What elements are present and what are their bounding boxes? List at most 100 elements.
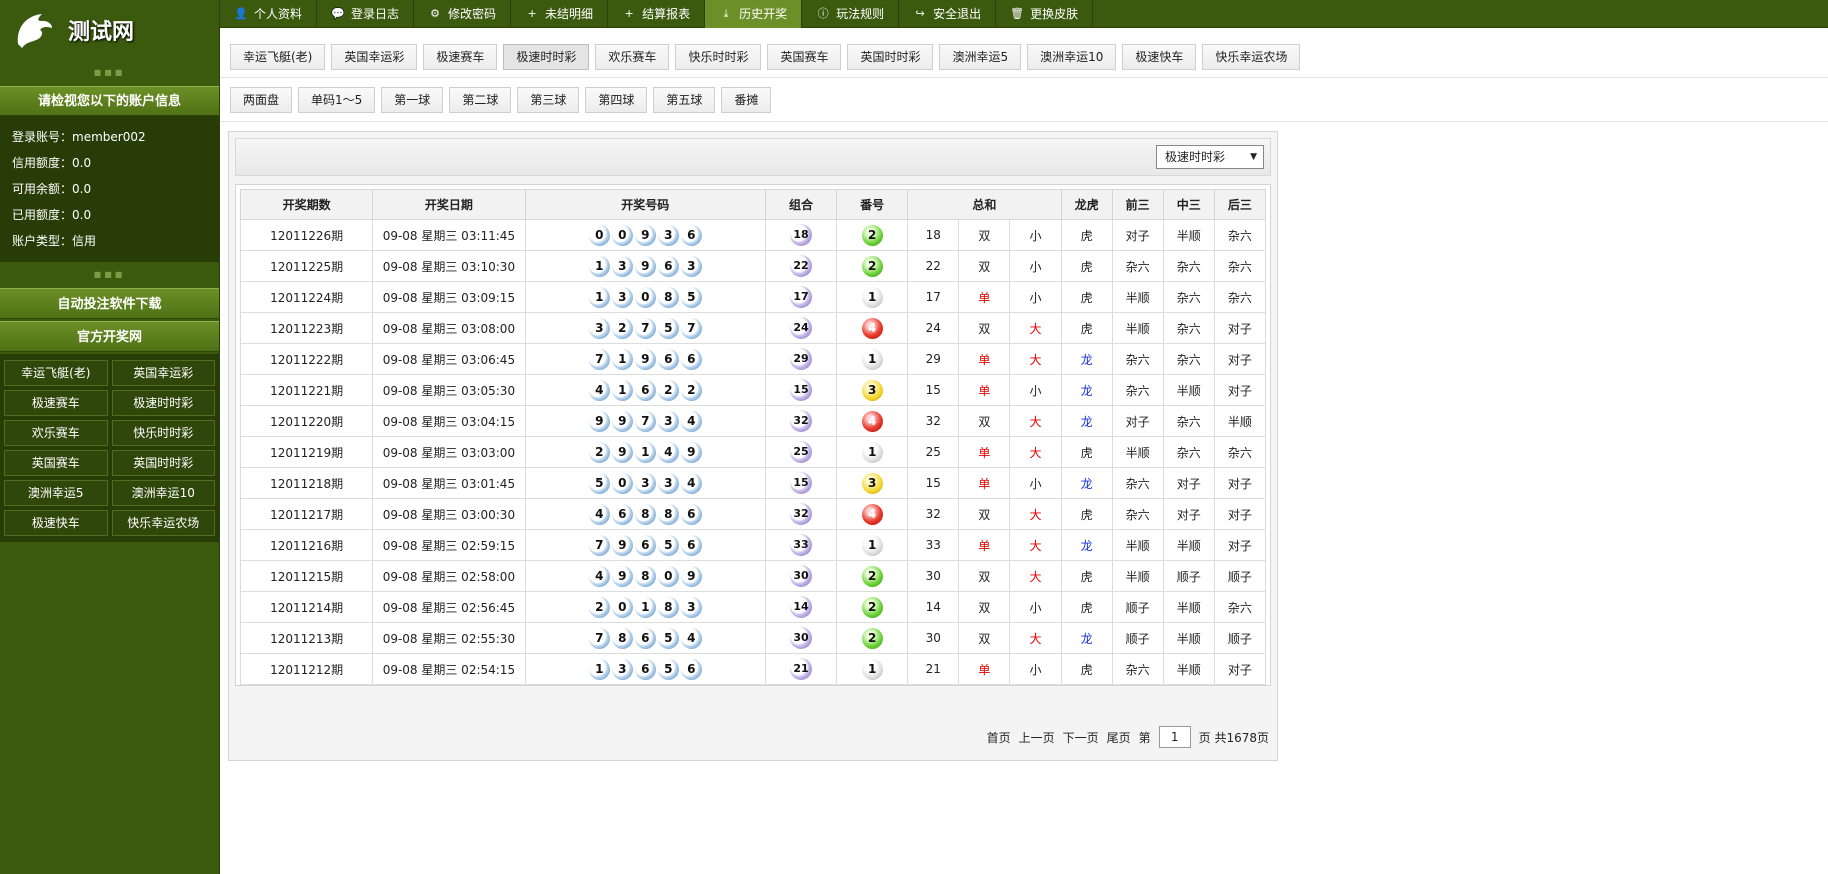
table-cell: 杂六 xyxy=(1162,405,1215,437)
sidebar-game-link[interactable]: 欢乐赛车 xyxy=(4,420,108,446)
fan-ball: 1 xyxy=(861,348,883,370)
game-tab[interactable]: 极速赛车 xyxy=(423,44,498,70)
game-tab[interactable]: 快乐时时彩 xyxy=(675,44,762,70)
number-ball: 5 xyxy=(657,534,679,556)
number-ball: 5 xyxy=(588,472,610,494)
nav-item[interactable]: ⤓ 历史开奖 xyxy=(705,0,803,28)
number-ball: 6 xyxy=(634,658,656,680)
sidebar-game-link[interactable]: 澳洲幸运5 xyxy=(4,480,108,506)
software-download-button[interactable]: 自动投注软件下载 xyxy=(0,288,219,319)
comment-icon: 💬 xyxy=(331,7,345,20)
table-cell: 单 xyxy=(958,653,1011,685)
table-cell: 12011215期 xyxy=(239,560,374,592)
game-tab[interactable]: 澳洲幸运5 xyxy=(939,44,1022,70)
table-cell: 半顺 xyxy=(1162,374,1215,406)
sidebar-game-link[interactable]: 极速快车 xyxy=(4,510,108,536)
nav-item-label: 未结明细 xyxy=(545,7,594,21)
table-cell: 半顺 xyxy=(1213,405,1267,437)
official-draw-site-button[interactable]: 官方开奖网 xyxy=(0,321,219,352)
nav-item[interactable]: ⚙ 修改密码 xyxy=(414,0,512,28)
combo-ball: 24 xyxy=(790,317,813,339)
sub-tab[interactable]: 第五球 xyxy=(653,87,716,113)
sidebar-game-link[interactable]: 快乐时时彩 xyxy=(111,420,215,446)
nav-item-label: 登录日志 xyxy=(351,7,400,21)
sidebar-game-link[interactable]: 澳洲幸运10 xyxy=(111,480,215,506)
nav-item[interactable]: 👤 个人资料 xyxy=(220,0,318,28)
combo-ball: 32 xyxy=(790,410,813,432)
sidebar-game-link[interactable]: 极速时时彩 xyxy=(111,390,215,416)
table-cell: 33 xyxy=(907,529,960,561)
fan-cell: 4 xyxy=(836,312,909,344)
nav-item[interactable]: + 结算报表 xyxy=(608,0,706,28)
number-ball: 4 xyxy=(680,410,702,432)
divider-dots: ■■■ xyxy=(93,270,126,279)
number-ball: 2 xyxy=(680,379,702,401)
sub-tab[interactable]: 第二球 xyxy=(449,87,512,113)
table-cell: 12011214期 xyxy=(239,591,374,623)
pager-next[interactable]: 下一页 xyxy=(1063,729,1099,746)
game-tab[interactable]: 极速快车 xyxy=(1122,44,1197,70)
nav-item[interactable]: ⓘ 玩法规则 xyxy=(802,0,900,28)
table-row: 12011215期 09-08 星期三 02:58:00 4 9 8 0 9 30 2 30 双大虎… xyxy=(239,560,1267,592)
table-cell: 杂六 xyxy=(1213,591,1267,623)
sidebar-game-link[interactable]: 英国幸运彩 xyxy=(111,360,215,386)
nav-item[interactable]: + 未结明细 xyxy=(511,0,609,28)
sub-tab[interactable]: 第一球 xyxy=(381,87,444,113)
game-tab[interactable]: 英国幸运彩 xyxy=(331,44,418,70)
sidebar-game-grid: 幸运飞艇(老) 英国幸运彩 极速赛车 极速时时彩 欢乐赛车 快乐时时彩 英国赛车… xyxy=(0,354,219,542)
number-ball: 9 xyxy=(611,441,633,463)
table-cell: 12011221期 xyxy=(239,374,374,406)
game-tab[interactable]: 极速时时彩 xyxy=(503,44,590,70)
pager-prev[interactable]: 上一页 xyxy=(1019,729,1055,746)
table-cell: 半顺 xyxy=(1111,436,1164,468)
page-number-input[interactable]: 1 xyxy=(1158,726,1191,748)
fan-cell: 1 xyxy=(836,343,909,375)
number-ball: 1 xyxy=(588,286,610,308)
fan-cell: 2 xyxy=(836,622,909,654)
sub-tab[interactable]: 番摊 xyxy=(721,87,772,113)
table-cell: 顺子 xyxy=(1162,560,1215,592)
sub-tab[interactable]: 第四球 xyxy=(585,87,648,113)
table-cell: 杂六 xyxy=(1111,653,1164,685)
table-cell: 半顺 xyxy=(1162,529,1215,561)
sidebar-game-link[interactable]: 幸运飞艇(老) xyxy=(4,360,108,386)
info-icon: ⓘ xyxy=(817,7,829,20)
fan-ball: 1 xyxy=(861,658,883,680)
nav-item[interactable]: 🗑 更换皮肤 xyxy=(996,0,1094,28)
sidebar-game-link[interactable]: 英国时时彩 xyxy=(111,450,215,476)
game-tab[interactable]: 英国时时彩 xyxy=(847,44,934,70)
logo[interactable]: 测试网 xyxy=(0,0,219,60)
panel-header: 极速时时彩 ▼ xyxy=(235,138,1271,176)
table-cell: 24 xyxy=(907,312,960,344)
table-cell: 半顺 xyxy=(1111,560,1164,592)
sidebar-game-link[interactable]: 极速赛车 xyxy=(4,390,108,416)
number-ball: 0 xyxy=(611,224,633,246)
pager-total: 页 共1678页 xyxy=(1198,730,1269,745)
pager-last[interactable]: 尾页 xyxy=(1107,729,1131,746)
sidebar-game-link[interactable]: 快乐幸运农场 xyxy=(111,510,215,536)
combo-cell: 30 xyxy=(764,560,838,592)
sub-tab[interactable]: 两面盘 xyxy=(230,87,293,113)
pager-first[interactable]: 首页 xyxy=(987,729,1011,746)
col-header: 龙虎 xyxy=(1060,189,1113,220)
game-select[interactable]: 极速时时彩 ▼ xyxy=(1156,145,1264,169)
sidebar-game-link[interactable]: 英国赛车 xyxy=(4,450,108,476)
table-cell: 虎 xyxy=(1060,653,1113,685)
table-cell: 顺子 xyxy=(1111,591,1164,623)
game-tab[interactable]: 快乐幸运农场 xyxy=(1202,44,1301,70)
table-cell: 半顺 xyxy=(1162,591,1215,623)
sub-tab[interactable]: 单码1～5 xyxy=(298,87,376,113)
combo-ball: 30 xyxy=(790,565,813,587)
number-ball: 6 xyxy=(634,627,656,649)
nav-item[interactable]: 💬 登录日志 xyxy=(317,0,415,28)
game-tab[interactable]: 欢乐赛车 xyxy=(595,44,670,70)
game-tab[interactable]: 英国赛车 xyxy=(767,44,842,70)
table-cell: 单 xyxy=(958,374,1011,406)
nav-item[interactable]: ↪ 安全退出 xyxy=(899,0,997,28)
sub-tab[interactable]: 第三球 xyxy=(517,87,580,113)
combo-ball: 30 xyxy=(790,627,813,649)
game-tab[interactable]: 幸运飞艇(老) xyxy=(230,44,326,70)
number-ball: 4 xyxy=(588,565,610,587)
game-tab[interactable]: 澳洲幸运10 xyxy=(1027,44,1117,70)
number-ball: 3 xyxy=(657,224,679,246)
